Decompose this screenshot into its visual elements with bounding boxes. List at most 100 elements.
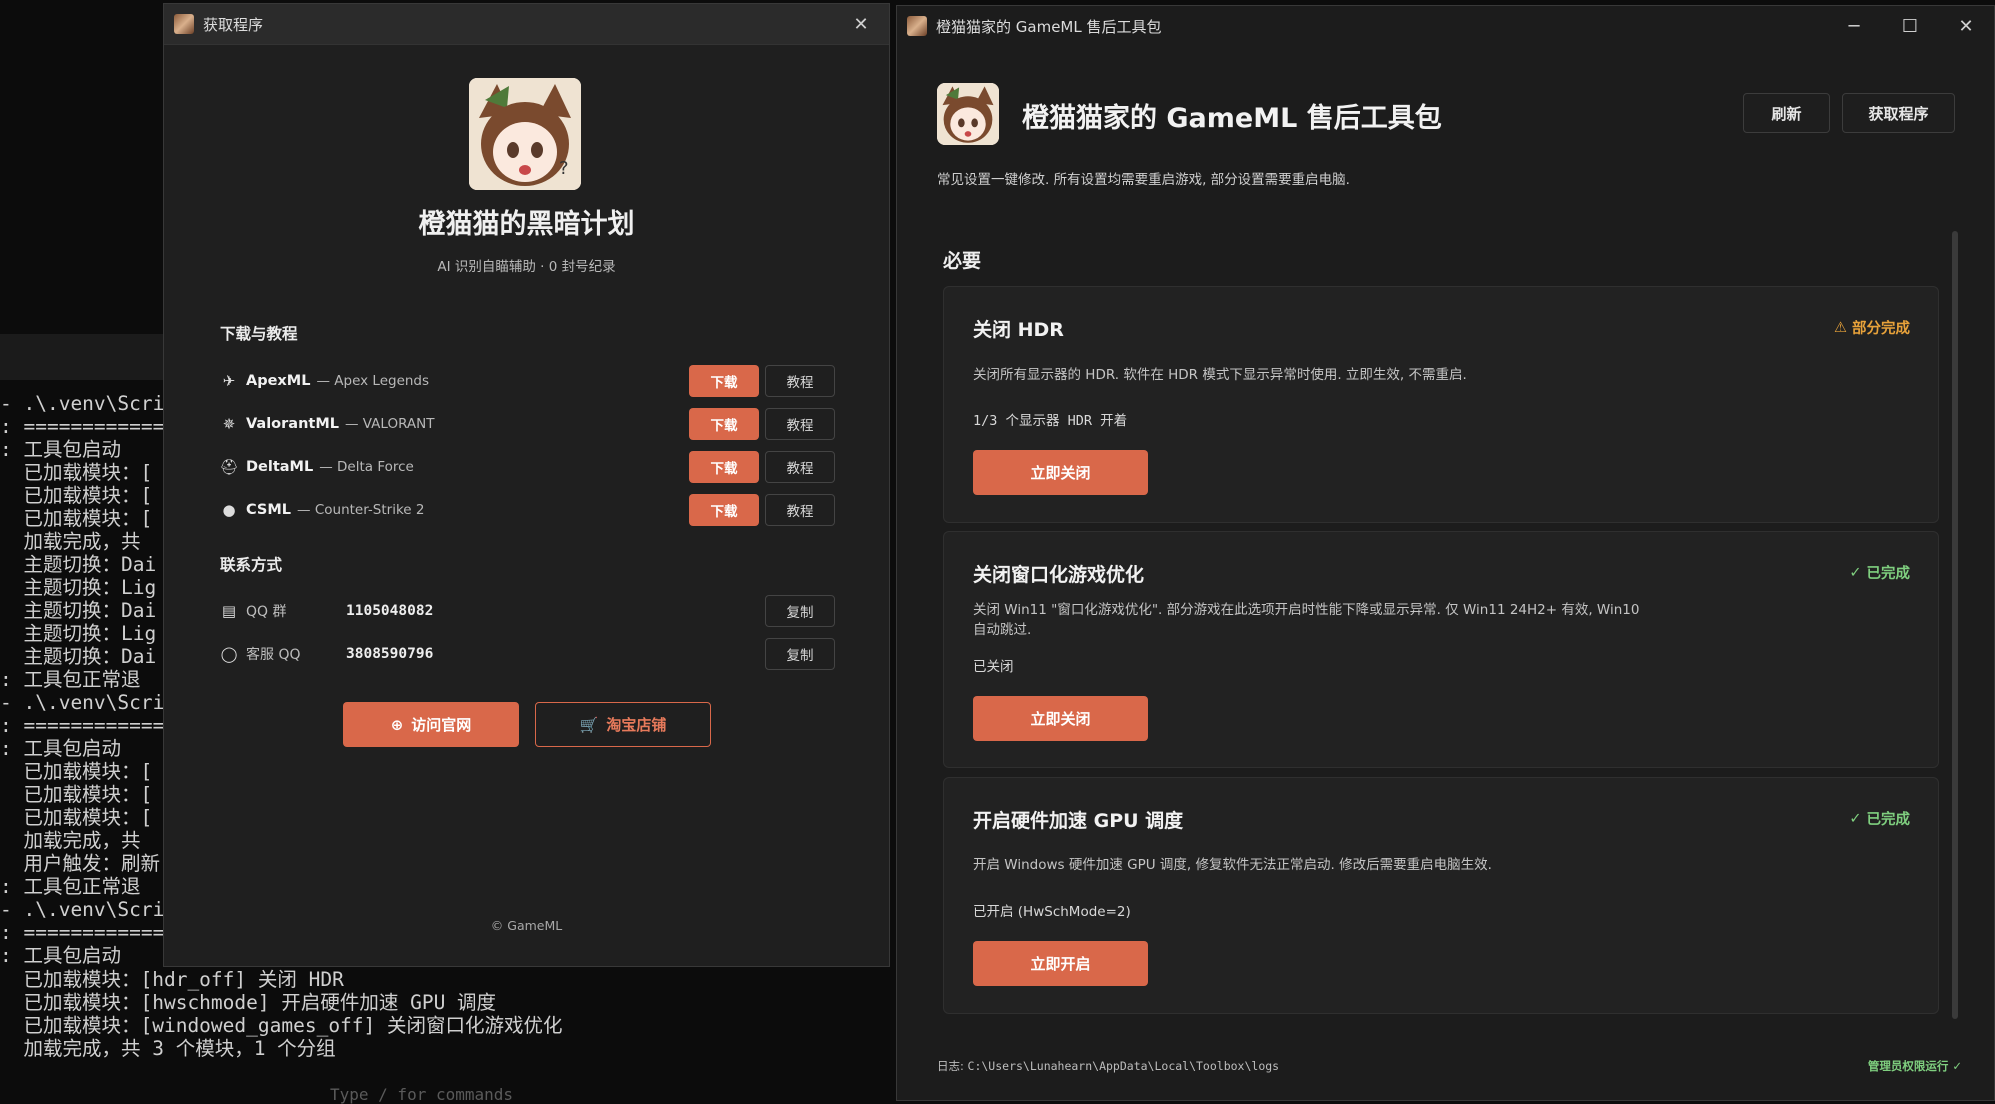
product-name: DeltaML [246, 459, 314, 475]
contact-value: 3808590796 [346, 646, 434, 662]
log-path-value: C:\Users\Lunahearn\AppData\Local\Toolbox… [967, 1059, 1280, 1073]
dialog-heading: 橙猫猫的黑暗计划 [418, 209, 635, 240]
terminal-line: 已加载模块：[ [0, 507, 153, 530]
copy-button-qq-group[interactable]: 复制 [765, 595, 835, 627]
status-badge: ✓ 已完成 [1849, 562, 1910, 583]
taobao-shop-button[interactable]: 🛒 淘宝店铺 [535, 702, 711, 747]
contact-label: QQ 群 [246, 604, 287, 620]
tutorial-button-csml[interactable]: 教程 [765, 494, 835, 526]
phone-icon: ▤ [221, 602, 237, 620]
download-button-apexml[interactable]: 下载 [689, 365, 759, 397]
dialog-titlebar: 获取程序 ✕ [164, 4, 889, 45]
terminal-line: - .\.venv\Scrip [0, 392, 177, 415]
terminal-line: 主题切换：Lig [0, 622, 157, 645]
terminal-line: - .\.venv\Scrip [0, 898, 177, 921]
tutorial-button-deltaml[interactable]: 教程 [765, 451, 835, 483]
product-name: ApexML [246, 373, 311, 389]
page-title: 橙猫猫家的 GameML 售后工具包 [1022, 103, 1442, 134]
terminal-output-bottom: 已加载模块：[hdr_off] 关闭 HDR 已加载模块：[hwschmode]… [0, 968, 563, 1060]
terminal-line: 已加载模块：[windowed_games_off] 关闭窗口化游戏优化 [0, 1014, 563, 1037]
valorant-icon: ✵ [222, 415, 236, 433]
product-row-csml: ● CSML — Counter-Strike 2 下载 教程 [220, 493, 835, 527]
get-program-dialog: 获取程序 ✕ ? 橙猫猫的黑暗计划 AI 识别自瞄辅助 · 0 封号纪录 下载与… [163, 3, 890, 967]
status-badge: ✓ 已完成 [1849, 808, 1910, 829]
helmet-icon: ⛑ [219, 458, 239, 476]
product-game: — Apex Legends [316, 373, 430, 389]
setting-card-windowed-games-off: 关闭窗口化游戏优化 ✓ 已完成 关闭 Win11 "窗口化游戏优化". 部分游戏… [943, 531, 1939, 768]
terminal-line: 已加载模块：[ [0, 806, 153, 829]
terminal-line: 已加载模块：[ [0, 760, 153, 783]
product-name: CSML [246, 502, 292, 518]
terminal-tab-strip [0, 334, 170, 380]
minimize-icon[interactable]: ─ [1826, 6, 1882, 46]
contact-row-qq-group: ▤ QQ 群 1105048082 复制 [220, 594, 835, 628]
terminal-line: 加载完成，共 [0, 530, 141, 553]
terminal-line: 加载完成，共 3 个模块，1 个分组 [0, 1037, 336, 1060]
card-description: 开启 Windows 硬件加速 GPU 调度, 修复软件无法正常启动. 修改后需… [973, 857, 1492, 873]
avatar: ? [469, 78, 581, 190]
get-program-button[interactable]: 获取程序 [1842, 93, 1955, 133]
globe-icon: ⊕ [390, 715, 404, 734]
disable-windowed-optimization-button[interactable]: 立即关闭 [973, 696, 1148, 741]
close-icon[interactable]: ✕ [833, 4, 889, 44]
admin-status: 管理员权限运行 ✓ [1867, 1059, 1962, 1073]
product-game: — Counter-Strike 2 [297, 502, 425, 518]
copyright: © GameML [490, 918, 563, 933]
avatar [937, 83, 999, 145]
terminal-line: : ============ [0, 714, 165, 737]
dialog-title: 获取程序 [203, 15, 264, 34]
terminal-line: 已加载模块：[ [0, 484, 153, 507]
terminal-line: : 工具包启动 [0, 737, 121, 760]
refresh-button[interactable]: 刷新 [1743, 93, 1830, 133]
setting-card-hdr-off: 关闭 HDR ⚠ 部分完成 关闭所有显示器的 HDR. 软件在 HDR 模式下显… [943, 286, 1939, 523]
product-row-deltaml: ⛑ DeltaML — Delta Force 下载 教程 [219, 450, 835, 484]
toolbox-main-window: 橙猫猫家的 GameML 售后工具包 ─ ☐ ✕ 橙猫猫家的 GameML 售后… [896, 5, 1995, 1101]
visit-site-label: 访问官网 [411, 716, 472, 734]
tutorial-button-valorantml[interactable]: 教程 [765, 408, 835, 440]
scrollbar[interactable] [1952, 231, 1958, 1019]
download-button-csml[interactable]: 下载 [689, 494, 759, 526]
contact-row-service-qq: ◯ 客服 QQ 3808590796 复制 [220, 637, 835, 671]
close-icon[interactable]: ✕ [1938, 6, 1994, 46]
card-title: 关闭窗口化游戏优化 [973, 564, 1145, 586]
status-text: 部分完成 [1852, 321, 1910, 337]
terminal-output-top: - .\.venv\Scrip: ============: 工具包启动 已加载… [0, 392, 176, 967]
download-button-valorantml[interactable]: 下载 [689, 408, 759, 440]
product-name: ValorantML [246, 416, 340, 432]
product-game: — Delta Force [319, 459, 414, 475]
terminal-line: 已加载模块：[hwschmode] 开启硬件加速 GPU 调度 [0, 991, 497, 1014]
terminal-line: : 工具包正常退 [0, 668, 141, 691]
apex-icon: ✈ [222, 372, 236, 390]
terminal-line: 主题切换：Dai [0, 599, 157, 622]
disable-hdr-button[interactable]: 立即关闭 [973, 450, 1148, 495]
downloads-section-label: 下载与教程 [220, 325, 298, 343]
card-state: 已关闭 [973, 659, 1014, 675]
app-icon [174, 14, 194, 34]
maximize-icon[interactable]: ☐ [1882, 6, 1938, 46]
visit-site-button[interactable]: ⊕ 访问官网 [343, 702, 519, 747]
card-title: 开启硬件加速 GPU 调度 [973, 810, 1184, 832]
terminal-line: : 工具包启动 [0, 944, 121, 967]
card-description: 关闭 Win11 "窗口化游戏优化". 部分游戏在此选项开启时性能下降或显示异常… [973, 602, 1640, 638]
enable-gpu-scheduling-button[interactable]: 立即开启 [973, 941, 1148, 986]
copy-button-service-qq[interactable]: 复制 [765, 638, 835, 670]
terminal-line: 主题切换：Dai [0, 553, 157, 576]
terminal-line: : ============ [0, 415, 165, 438]
main-titlebar: 橙猫猫家的 GameML 售后工具包 ─ ☐ ✕ [897, 6, 1994, 46]
group-title: 必要 [943, 250, 982, 272]
terminal-line: 加载完成，共 [0, 829, 141, 852]
status-text: 已完成 [1866, 566, 1911, 582]
card-state: 1/3 个显示器 HDR 开着 [973, 413, 1128, 429]
card-state: 已开启 (HwSchMode=2) [973, 904, 1131, 920]
product-game: — VALORANT [345, 416, 435, 432]
status-text: 已完成 [1866, 812, 1911, 828]
contact-label: 客服 QQ [246, 647, 301, 663]
dialog-subtitle: AI 识别自瞄辅助 · 0 封号纪录 [437, 259, 616, 275]
download-button-deltaml[interactable]: 下载 [689, 451, 759, 483]
terminal-line: - .\.venv\Scrip [0, 691, 177, 714]
terminal-line: 主题切换：Lig [0, 576, 157, 599]
tutorial-button-apexml[interactable]: 教程 [765, 365, 835, 397]
log-path: 日志: C:\Users\Lunahearn\AppData\Local\Too… [937, 1058, 1279, 1074]
card-title: 关闭 HDR [973, 319, 1064, 341]
status-badge: ⚠ 部分完成 [1834, 317, 1910, 338]
